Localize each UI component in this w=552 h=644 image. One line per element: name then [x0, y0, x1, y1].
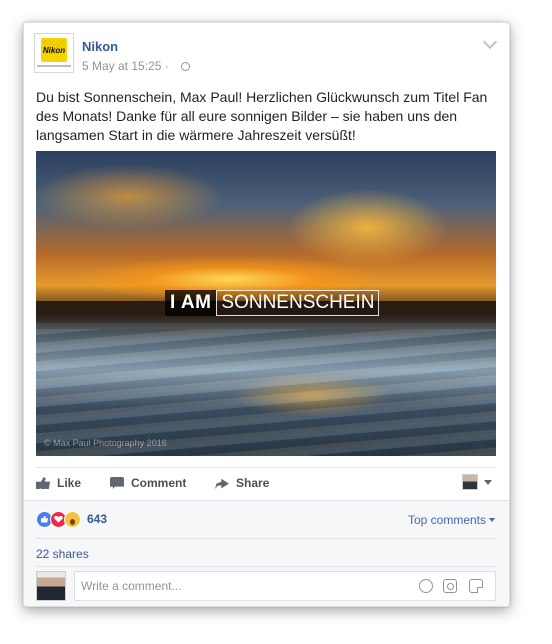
post-as-avatar[interactable]	[462, 474, 478, 490]
logo-tagline	[37, 65, 71, 67]
top-comments-dropdown[interactable]: Top comments	[408, 513, 495, 527]
banner-sonnenschein: SONNENSCHEIN	[216, 290, 380, 316]
feedback-section: 643 Top comments 22 shares Write a comme…	[24, 500, 509, 606]
camera-icon[interactable]	[443, 579, 457, 593]
action-bar: Like Comment Share	[36, 467, 496, 498]
comment-placeholder: Write a comment...	[81, 579, 182, 593]
logo-text: Nikon	[42, 46, 66, 55]
like-label: Like	[57, 476, 82, 490]
shares-count[interactable]: 22 shares	[36, 547, 89, 561]
like-icon	[36, 477, 50, 489]
nikon-logo[interactable]: Nikon	[34, 33, 74, 73]
share-label: Share	[236, 476, 270, 490]
avatar[interactable]	[36, 571, 66, 601]
reaction-count[interactable]: 643	[87, 512, 107, 526]
divider	[36, 566, 497, 567]
comment-icon	[110, 477, 124, 489]
post-header: Nikon Nikon 5 May at 15:25 ·	[34, 33, 499, 77]
nikon-logo-badge: Nikon	[41, 38, 67, 62]
emoji-icon[interactable]	[419, 579, 433, 593]
photo-credit: © Max Paul Photography 2016	[44, 438, 167, 448]
photo-water	[36, 329, 496, 456]
facebook-post: Nikon Nikon 5 May at 15:25 · Du bist Son…	[23, 22, 510, 607]
post-timestamp[interactable]: 5 May at 15:25 ·	[82, 59, 169, 73]
wow-reaction-icon	[64, 510, 81, 528]
caret-down-icon[interactable]	[484, 480, 492, 485]
comment-label: Comment	[131, 476, 187, 490]
divider	[36, 538, 497, 539]
share-icon	[215, 478, 229, 489]
caret-down-icon	[489, 518, 495, 522]
comment-input[interactable]: Write a comment...	[74, 571, 496, 601]
reactions-summary[interactable]: 643	[36, 509, 107, 529]
post-message: Du bist Sonnenschein, Max Paul! Herzlich…	[36, 89, 488, 143]
photo-banner: I AM SONNENSCHEIN	[165, 290, 380, 316]
top-comments-label: Top comments	[407, 513, 486, 527]
comment-button[interactable]: Comment	[110, 468, 186, 498]
sticker-icon[interactable]	[469, 579, 483, 593]
like-button[interactable]: Like	[36, 468, 81, 498]
post-photo[interactable]: I AM SONNENSCHEIN © Max Paul Photography…	[36, 151, 496, 456]
share-button[interactable]: Share	[215, 468, 269, 498]
chevron-down-icon[interactable]	[482, 34, 498, 50]
banner-i-am: I AM	[165, 290, 217, 316]
page-name[interactable]: Nikon	[82, 39, 118, 54]
globe-icon	[181, 62, 190, 71]
